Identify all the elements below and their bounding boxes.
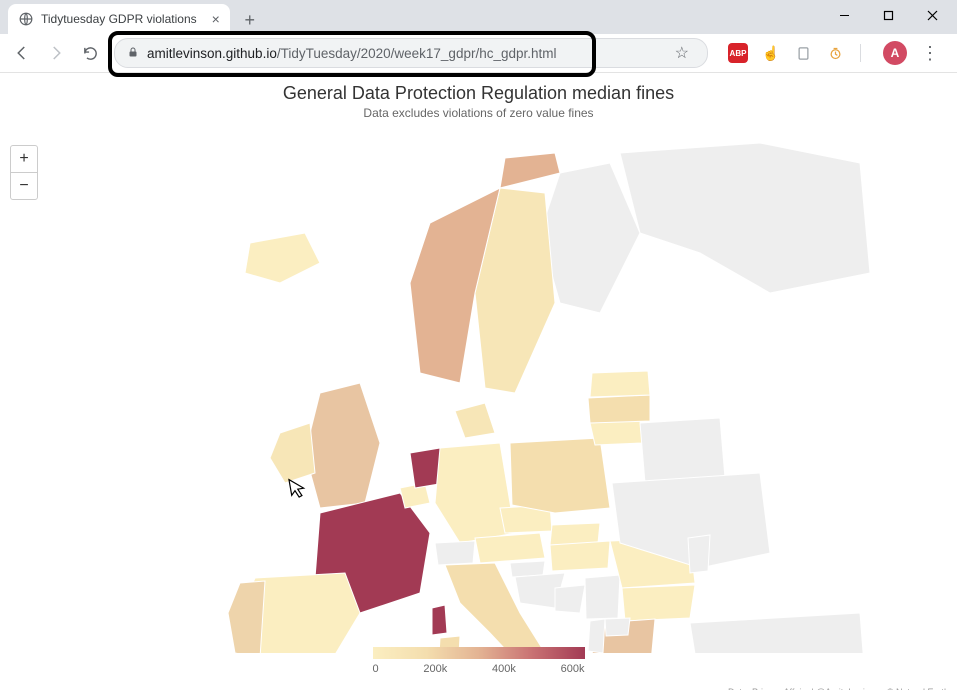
avatar-letter: A <box>891 46 900 60</box>
extension-doc-icon[interactable] <box>794 44 812 62</box>
globe-icon <box>18 11 34 27</box>
url-path: /TidyTuesday/2020/week17_gdpr/hc_gdpr.ht… <box>277 46 557 61</box>
country-hungary[interactable] <box>550 541 610 571</box>
tab-title: Tidytuesday GDPR violations <box>41 12 197 26</box>
country-latvia[interactable] <box>588 395 650 423</box>
country-lithuania[interactable] <box>590 420 642 445</box>
country-norway-north[interactable] <box>500 153 560 188</box>
country-bulgaria[interactable] <box>622 585 695 621</box>
country-bosnia[interactable] <box>555 585 585 613</box>
legend-tick-2: 400k <box>492 663 516 675</box>
chart-title: General Data Protection Regulation media… <box>0 83 957 104</box>
browser-tab[interactable]: Tidytuesday GDPR violations × <box>8 4 230 34</box>
country-poland[interactable] <box>510 438 610 513</box>
bookmark-star-icon[interactable]: ☆ <box>675 43 695 63</box>
profile-avatar[interactable]: A <box>883 41 907 65</box>
window-close-button[interactable] <box>911 2 953 28</box>
kebab-menu-icon[interactable]: ⋮ <box>921 44 939 62</box>
country-switzerland[interactable] <box>435 541 475 565</box>
forward-button[interactable] <box>42 39 70 67</box>
country-denmark[interactable] <box>455 403 495 438</box>
country-portugal[interactable] <box>228 581 265 653</box>
legend-tick-0: 0 <box>373 663 379 675</box>
country-belarus[interactable] <box>640 418 725 483</box>
reload-button[interactable] <box>76 39 104 67</box>
window-minimize-button[interactable] <box>823 2 865 28</box>
country-germany[interactable] <box>435 443 515 543</box>
new-tab-button[interactable]: + <box>236 6 264 34</box>
browser-toolbar: amitlevinson.github.io/TidyTuesday/2020/… <box>0 34 957 73</box>
country-serbia[interactable] <box>585 575 620 619</box>
legend-tick-3: 600k <box>561 663 585 675</box>
country-iceland[interactable] <box>245 233 320 283</box>
country-austria[interactable] <box>475 533 545 563</box>
titlebar: Tidytuesday GDPR violations × + <box>0 0 957 34</box>
color-legend: 0 200k 400k 600k <box>373 647 585 675</box>
adblock-icon[interactable]: ABP <box>728 43 748 63</box>
legend-gradient <box>373 647 585 659</box>
window-maximize-button[interactable] <box>867 2 909 28</box>
country-macedonia[interactable] <box>605 618 630 636</box>
country-france-corsica[interactable] <box>432 605 447 635</box>
tab-close-icon[interactable]: × <box>212 11 220 27</box>
address-text: amitlevinson.github.io/TidyTuesday/2020/… <box>147 46 557 61</box>
country-estonia[interactable] <box>590 371 650 397</box>
extension-clock-icon[interactable] <box>826 44 844 62</box>
adblock-label: ABP <box>730 49 747 58</box>
url-host: amitlevinson.github.io <box>147 46 277 61</box>
legend-tick-1: 200k <box>423 663 447 675</box>
country-russia[interactable] <box>620 143 870 293</box>
country-moldova[interactable] <box>688 535 710 573</box>
country-uk[interactable] <box>305 383 380 508</box>
europe-map-svg <box>0 133 957 653</box>
page-content: General Data Protection Regulation media… <box>0 83 957 690</box>
extension-hand-icon[interactable]: ☝ <box>762 44 780 62</box>
country-turkey[interactable] <box>690 613 865 653</box>
toolbar-divider <box>860 44 861 62</box>
chart-subtitle: Data excludes violations of zero value f… <box>0 106 957 120</box>
country-ireland[interactable] <box>270 423 315 483</box>
address-bar[interactable]: amitlevinson.github.io/TidyTuesday/2020/… <box>114 38 708 68</box>
country-albania[interactable] <box>588 619 605 653</box>
country-finland[interactable] <box>540 163 640 313</box>
map-area[interactable] <box>0 133 957 653</box>
back-button[interactable] <box>8 39 36 67</box>
lock-icon <box>127 46 139 61</box>
